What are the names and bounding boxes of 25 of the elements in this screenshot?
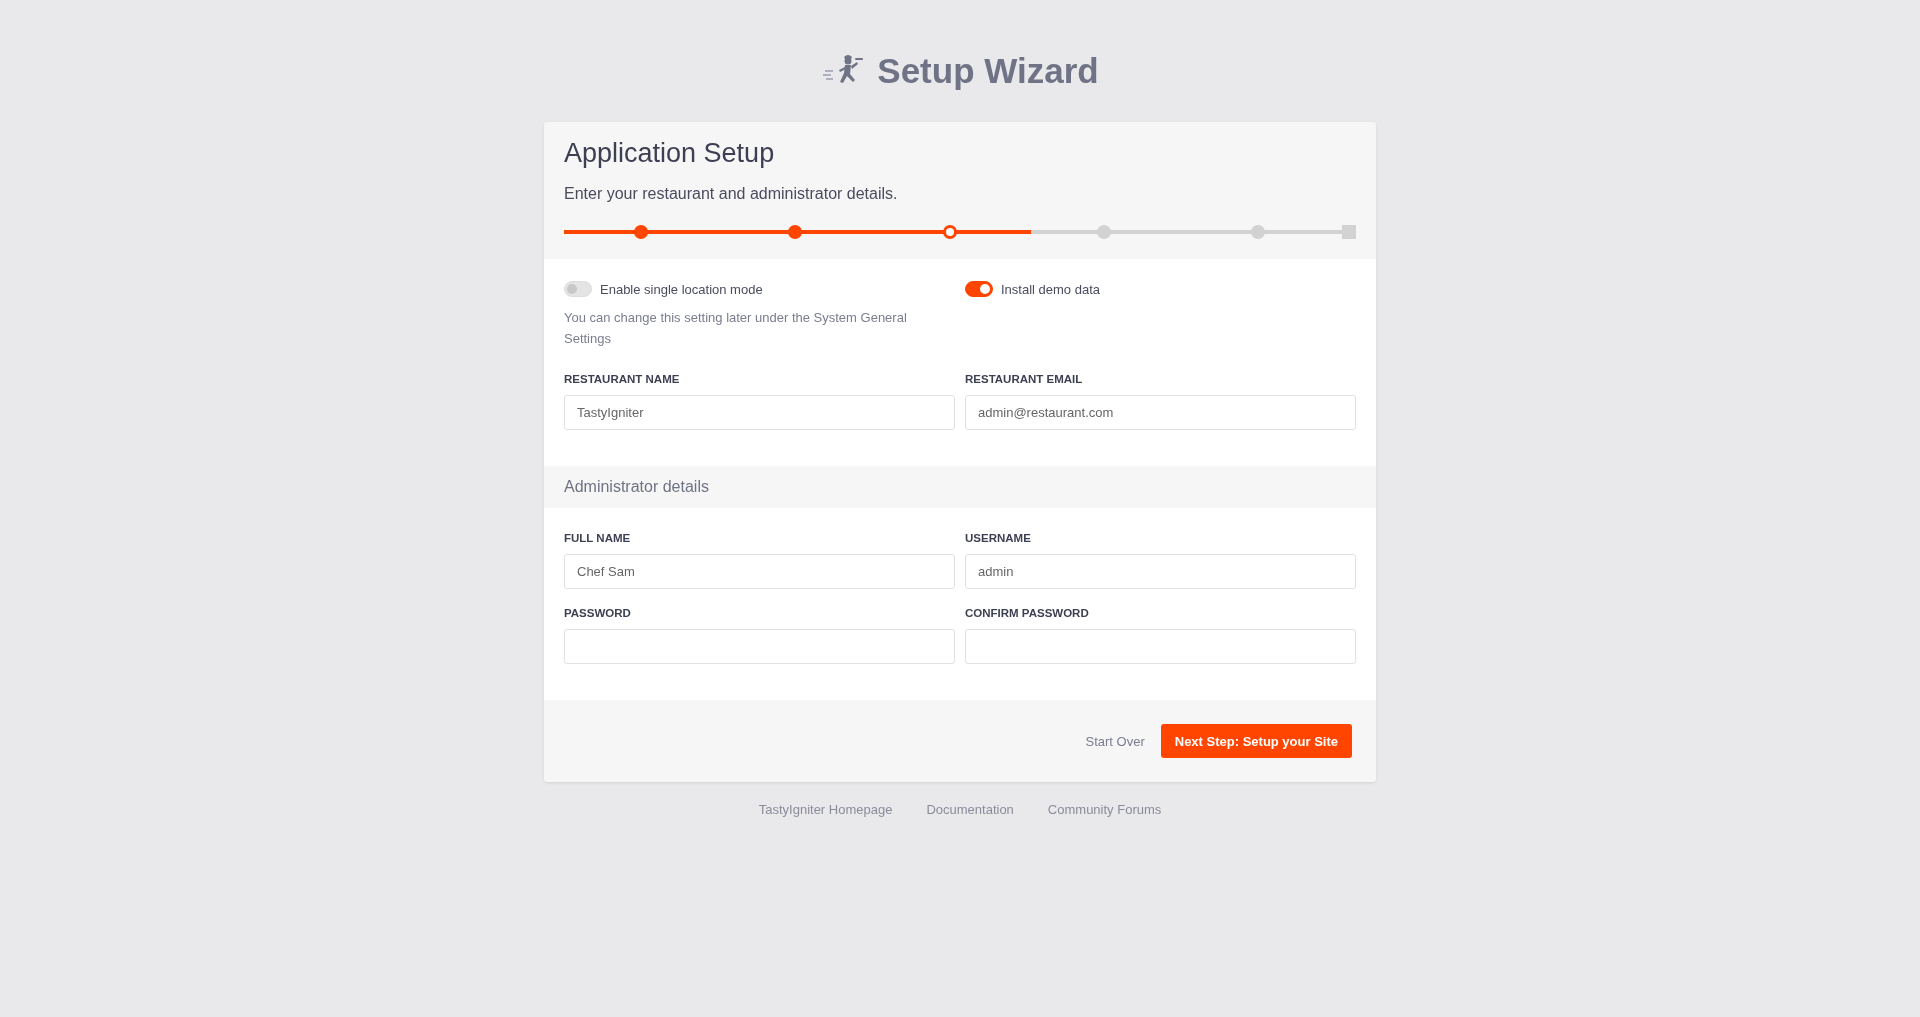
page-title: Setup Wizard (877, 50, 1099, 92)
input-field[interactable]: admin@restaurant.com (965, 395, 1356, 430)
toggle-switch[interactable] (965, 281, 993, 297)
section-title: Administrator details (564, 478, 710, 496)
field-label: USERNAME (965, 532, 1032, 544)
card-title: Application Setup (564, 138, 776, 169)
next-step-button[interactable]: Next Step: Setup your Site (1160, 724, 1352, 758)
toggle-label: Enable single location mode (600, 281, 763, 297)
field-label: RESTAURANT NAME (564, 373, 681, 385)
input-field[interactable]: Chef Sam (564, 554, 955, 589)
footer-link[interactable]: Community Forums (1047, 802, 1162, 817)
field-label: CONFIRM PASSWORD (965, 607, 1090, 619)
input-field[interactable] (965, 629, 1356, 664)
field-label: FULL NAME (564, 532, 632, 544)
input-field[interactable] (564, 629, 955, 664)
start-over-link[interactable]: Start Over (1085, 733, 1145, 749)
field-label: RESTAURANT EMAIL (965, 373, 1084, 385)
help-text: You can change this setting later under the System General Settings (564, 309, 908, 348)
card-subtitle: Enter your restaurant and administrator details. (564, 185, 899, 203)
input-field[interactable]: TastyIgniter (564, 395, 955, 430)
field-label: PASSWORD (564, 607, 632, 619)
input-field[interactable]: admin (965, 554, 1356, 589)
footer-link[interactable]: Documentation (926, 802, 1014, 817)
footer-link[interactable]: TastyIgniter Homepage (758, 802, 893, 817)
toggle-label: Install demo data (1001, 281, 1100, 297)
